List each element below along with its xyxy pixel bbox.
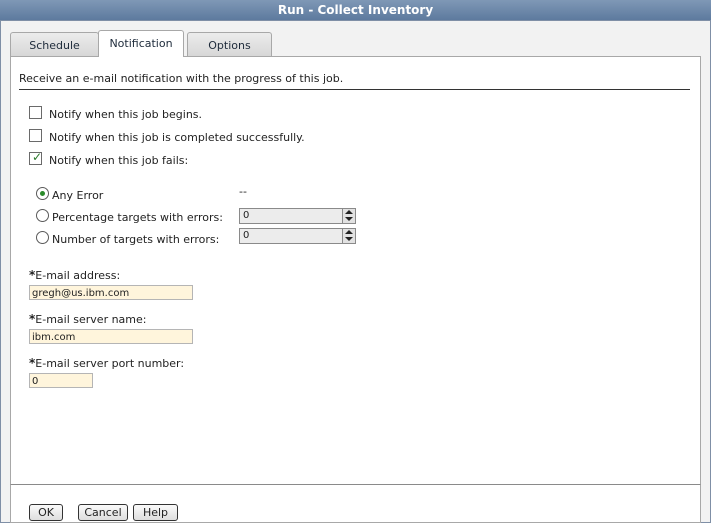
radio-selected-dot	[40, 191, 45, 196]
divider	[19, 89, 690, 90]
email-address-label: *E-mail address:	[29, 268, 120, 282]
spin-down-icon[interactable]	[345, 237, 353, 241]
email-port-label: *E-mail server port number:	[29, 356, 184, 370]
notify-begins-checkbox[interactable]	[29, 106, 42, 119]
any-error-radio[interactable]	[36, 187, 49, 200]
checkmark-icon: ✓	[32, 150, 43, 164]
notify-completed-label: Notify when this job is completed succes…	[49, 131, 305, 144]
notify-completed-checkbox[interactable]	[29, 129, 42, 142]
number-label: Number of targets with errors:	[52, 233, 220, 246]
email-address-label-text: E-mail address:	[35, 269, 121, 282]
number-radio[interactable]	[36, 231, 49, 244]
spinner-arrows[interactable]	[342, 229, 355, 243]
number-spinner[interactable]: 0	[239, 228, 356, 244]
any-error-label: Any Error	[52, 189, 104, 202]
notification-panel: Receive an e-mail notification with the …	[10, 56, 701, 486]
tab-options[interactable]: Options	[187, 32, 272, 57]
button-bar: OK Cancel Help	[10, 484, 701, 523]
cancel-button[interactable]: Cancel	[78, 504, 128, 521]
any-error-value: --	[239, 185, 247, 198]
spin-up-icon[interactable]	[345, 230, 353, 234]
ok-button[interactable]: OK	[29, 504, 63, 521]
number-value: 0	[243, 230, 250, 241]
email-server-label-text: E-mail server name:	[35, 313, 147, 326]
percentage-label: Percentage targets with errors:	[52, 211, 223, 224]
notify-begins-label: Notify when this job begins.	[49, 108, 203, 121]
tab-notification[interactable]: Notification	[98, 30, 184, 57]
notify-fails-checkbox[interactable]: ✓	[29, 150, 43, 165]
email-port-label-text: E-mail server port number:	[35, 357, 185, 370]
spin-down-icon[interactable]	[345, 217, 353, 221]
percentage-value: 0	[243, 210, 250, 221]
window-title: Run - Collect Inventory	[0, 0, 711, 20]
email-port-field[interactable]: 0	[29, 373, 93, 388]
percentage-radio[interactable]	[36, 209, 49, 222]
email-server-field[interactable]: ibm.com	[29, 329, 193, 344]
spin-up-icon[interactable]	[345, 210, 353, 214]
tab-schedule[interactable]: Schedule	[10, 32, 99, 57]
spinner-arrows[interactable]	[342, 209, 355, 223]
email-server-label: *E-mail server name:	[29, 312, 146, 326]
email-address-field[interactable]: gregh@us.ibm.com	[29, 285, 193, 300]
intro-text: Receive an e-mail notification with the …	[19, 72, 344, 85]
help-button[interactable]: Help	[133, 504, 178, 521]
percentage-spinner[interactable]: 0	[239, 208, 356, 224]
dialog-frame: Schedule Notification Options Receive an…	[0, 20, 711, 523]
notify-fails-label: Notify when this job fails:	[49, 154, 189, 167]
